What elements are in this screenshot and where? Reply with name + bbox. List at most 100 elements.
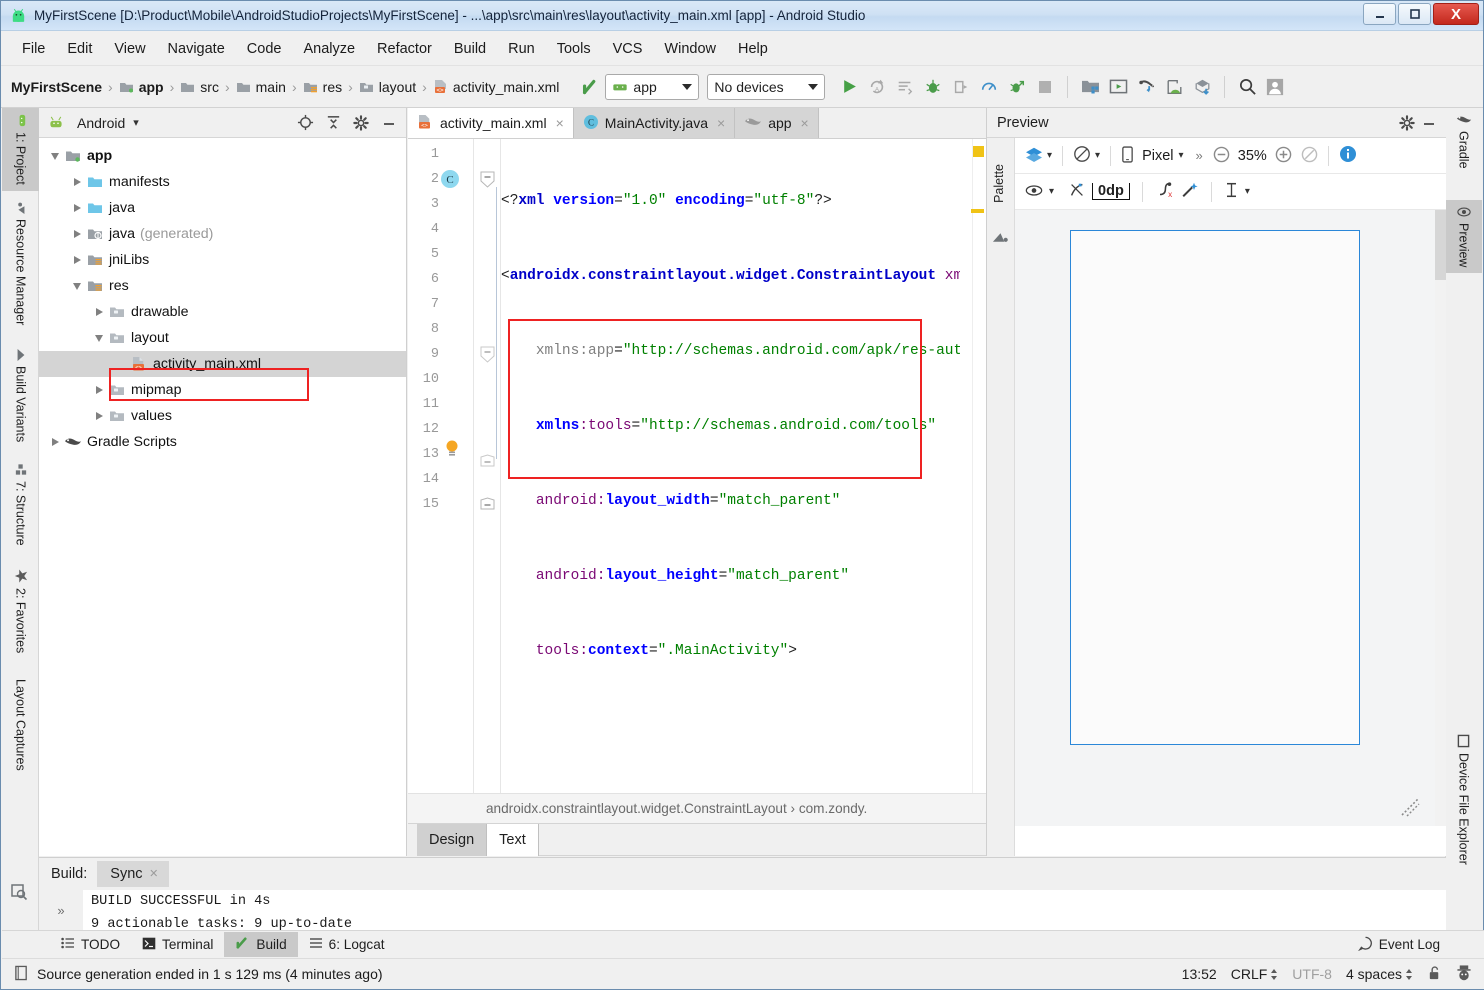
overflow-icon[interactable]: » xyxy=(1196,148,1203,163)
tree-item-manifests[interactable]: manifests xyxy=(39,169,406,195)
sdk-download-icon[interactable] xyxy=(1188,73,1216,101)
hide-icon[interactable] xyxy=(1418,112,1440,134)
menu-run[interactable]: Run xyxy=(497,37,546,61)
chevron-right-icon[interactable] xyxy=(69,256,85,264)
stepper-icon[interactable] xyxy=(1405,968,1413,981)
menu-edit[interactable]: Edit xyxy=(56,37,103,61)
clear-constraints-icon[interactable]: x xyxy=(1155,181,1174,202)
tree-item-drawable[interactable]: drawable xyxy=(39,299,406,325)
breadcrumb-project[interactable]: MyFirstScene xyxy=(11,79,102,95)
magic-wand-icon[interactable] xyxy=(1180,181,1199,202)
avd-icon[interactable] xyxy=(1160,73,1188,101)
tree-item-layout[interactable]: layout xyxy=(39,325,406,351)
close-icon[interactable]: × xyxy=(801,115,809,131)
fold-marker-end[interactable] xyxy=(480,497,495,514)
sdk-manager-icon[interactable] xyxy=(1076,73,1104,101)
build-tab-sync[interactable]: Sync × xyxy=(97,861,169,887)
preview-vscroll-thumb[interactable] xyxy=(1435,210,1446,280)
sync-gradle-icon[interactable] xyxy=(1132,73,1160,101)
sidebar-item-device-file-explorer[interactable]: Device File Explorer xyxy=(1445,728,1482,871)
sidebar-item-build-variants[interactable]: Build Variants xyxy=(2,343,39,448)
debug-icon[interactable] xyxy=(919,73,947,101)
breadcrumb-main[interactable]: main xyxy=(236,79,286,95)
editor-breadcrumb[interactable]: androidx.constraintlayout.widget.Constra… xyxy=(408,793,986,823)
minimize-button[interactable] xyxy=(1363,3,1396,25)
project-tree[interactable]: app manifests java java (generated) jniL… xyxy=(39,138,406,854)
sidebar-item-layout-captures[interactable]: Layout Captures xyxy=(2,673,39,777)
layers-icon[interactable] xyxy=(1025,146,1043,165)
rotate-icon[interactable] xyxy=(1073,145,1091,166)
menu-analyze[interactable]: Analyze xyxy=(292,37,366,61)
chevron-down-icon[interactable] xyxy=(69,282,85,290)
code-text[interactable]: <?xml version="1.0" encoding="utf-8"?> <… xyxy=(501,139,960,811)
preview-canvas[interactable] xyxy=(1015,210,1435,826)
margin-value-field[interactable]: 0dp xyxy=(1092,183,1130,200)
chevron-down-icon[interactable]: ▾ xyxy=(1047,150,1052,161)
editor-fold-column[interactable] xyxy=(473,139,501,811)
fold-marker-open[interactable] xyxy=(480,171,495,192)
tree-item-app[interactable]: app xyxy=(39,143,406,169)
guidelines-icon[interactable] xyxy=(1224,181,1239,202)
close-button[interactable]: X xyxy=(1433,3,1479,25)
chevron-right-icon[interactable] xyxy=(91,412,107,420)
code-line-5[interactable]: android:layout_width="match_parent" xyxy=(501,489,960,514)
apply-changes-icon[interactable]: A xyxy=(863,73,891,101)
marker-warning[interactable] xyxy=(973,146,984,157)
indent-label[interactable]: 4 spaces xyxy=(1346,966,1402,982)
device-preview-frame[interactable] xyxy=(1070,230,1360,745)
sidebar-item-gradle[interactable]: Gradle xyxy=(1445,108,1482,175)
bottom-tab-terminal[interactable]: Terminal xyxy=(131,933,224,957)
bottom-tab-todo[interactable]: TODO xyxy=(50,933,131,956)
chevron-right-icon[interactable] xyxy=(69,178,85,186)
tree-item-res[interactable]: res xyxy=(39,273,406,299)
search-icon[interactable] xyxy=(1233,73,1261,101)
chevron-right-icon[interactable] xyxy=(47,438,63,446)
sidebar-item-resource-manager[interactable]: Resource Manager xyxy=(2,196,39,331)
editor-tab-mainactivity-java[interactable]: C MainActivity.java × xyxy=(573,108,736,138)
breadcrumb-src[interactable]: src xyxy=(180,79,219,95)
chevron-down-icon[interactable]: ▾ xyxy=(1179,150,1184,161)
tree-item-gradle-scripts[interactable]: Gradle Scripts xyxy=(39,429,406,455)
tab-design[interactable]: Design xyxy=(417,824,488,856)
sidebar-item-preview[interactable]: Preview xyxy=(1445,200,1482,274)
editor-marker-bar[interactable] xyxy=(971,139,986,811)
locate-icon[interactable] xyxy=(294,112,316,134)
code-line-3[interactable]: xmlns:app="http://schemas.android.com/ap… xyxy=(501,339,960,364)
menu-code[interactable]: Code xyxy=(236,37,293,61)
tree-item-values[interactable]: values xyxy=(39,403,406,429)
class-marker-c-icon[interactable]: C xyxy=(440,169,460,192)
tree-item-java[interactable]: java xyxy=(39,195,406,221)
zoom-fit-icon[interactable] xyxy=(1301,146,1318,166)
preview-vscrollbar[interactable] xyxy=(1435,210,1446,826)
encoding-label[interactable]: UTF-8 xyxy=(1292,966,1332,982)
menu-file[interactable]: File xyxy=(11,37,56,61)
tree-item-activity-main-xml[interactable]: <> activity_main.xml xyxy=(39,351,406,377)
gear-icon[interactable] xyxy=(350,112,372,134)
code-line-7[interactable]: tools:context=".MainActivity"> xyxy=(501,639,960,664)
event-log-button[interactable]: Event Log xyxy=(1357,936,1440,954)
code-line-6[interactable]: android:layout_height="match_parent" xyxy=(501,564,960,589)
hector-icon[interactable] xyxy=(1456,964,1472,984)
sidebar-item-project[interactable]: 1: Project xyxy=(2,108,39,191)
breadcrumb-res[interactable]: res xyxy=(303,79,342,95)
zoom-out-icon[interactable] xyxy=(1213,146,1230,166)
bottom-tab-logcat[interactable]: 6: Logcat xyxy=(298,933,396,956)
menu-vcs[interactable]: VCS xyxy=(602,37,654,61)
editor-gutter[interactable]: 1 2 3 4 5 6 7 8 9 10 11 12 13 14 15 C xyxy=(408,139,473,811)
editor-tab-app[interactable]: app × xyxy=(735,108,819,138)
sidebar-item-structure[interactable]: 7: Structure xyxy=(2,458,39,552)
intention-bulb-icon[interactable] xyxy=(444,439,460,462)
code-line-4[interactable]: xmlns:tools="http://schemas.android.com/… xyxy=(501,414,960,439)
menu-tools[interactable]: Tools xyxy=(546,37,602,61)
bottom-tab-build[interactable]: Build xyxy=(224,932,298,957)
chevron-right-icon[interactable] xyxy=(91,386,107,394)
fold-marker-open[interactable] xyxy=(480,346,495,367)
device-label[interactable]: Pixel xyxy=(1138,148,1177,164)
palette-strip[interactable]: Palette xyxy=(987,138,1015,856)
chevron-down-icon[interactable]: ▾ xyxy=(1049,186,1054,197)
make-project-icon[interactable] xyxy=(577,73,605,101)
maximize-button[interactable] xyxy=(1398,3,1431,25)
status-doc-icon[interactable] xyxy=(14,965,29,984)
chevron-down-icon[interactable]: ▾ xyxy=(1245,186,1250,197)
tree-item-mipmap[interactable]: mipmap xyxy=(39,377,406,403)
